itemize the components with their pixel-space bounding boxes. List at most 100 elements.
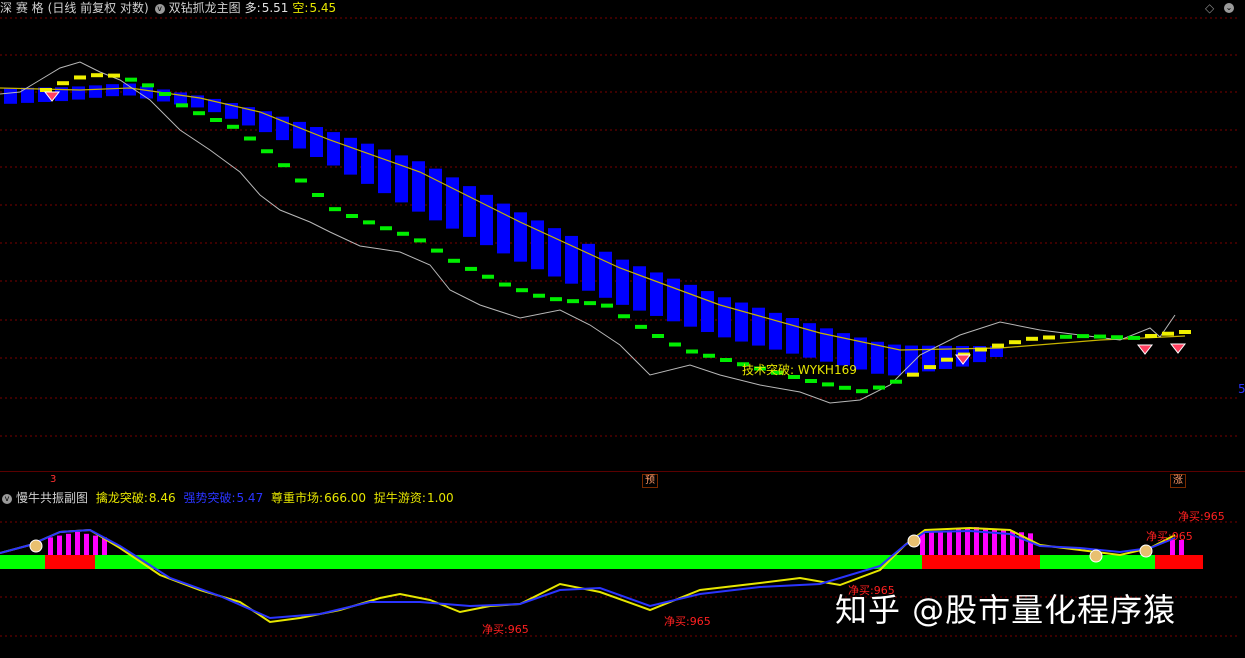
candle-bar xyxy=(684,284,697,327)
step-segment xyxy=(1009,340,1021,345)
candle-bar xyxy=(701,291,714,333)
step-segment xyxy=(74,75,86,80)
step-segment xyxy=(924,365,936,370)
step-segment xyxy=(856,389,868,394)
step-segment xyxy=(329,207,341,212)
sub-spike xyxy=(48,537,53,555)
chart-canvas[interactable]: 技术突破: WYKH169 净买:965 净买:965 净买:965 净买:96… xyxy=(0,0,1245,658)
sub-item-label: 强势突破: xyxy=(183,491,236,505)
step-segment xyxy=(720,358,732,362)
diamond-icon[interactable]: ◇ xyxy=(1205,2,1214,14)
sub-spike xyxy=(84,533,89,555)
main-annotation: 技术突破: WYKH169 xyxy=(742,362,857,377)
candle-bar xyxy=(735,302,748,342)
watermark: 知乎 @股市量化程序猿 xyxy=(835,591,1177,629)
diamond-signal-icon xyxy=(1169,343,1187,354)
candle-bar xyxy=(667,278,680,322)
step-segment xyxy=(414,238,426,243)
candle-bar xyxy=(752,307,765,346)
step-segment xyxy=(448,258,460,263)
circle-icon[interactable]: v xyxy=(2,493,12,504)
step-segment xyxy=(601,303,613,308)
candle-bar xyxy=(786,318,799,354)
candle-bar xyxy=(395,155,408,203)
candle-bar xyxy=(140,86,153,99)
step-segment xyxy=(975,347,987,352)
step-segment xyxy=(669,342,681,347)
sub-item-label: 捉牛游资: xyxy=(373,491,426,505)
step-segment xyxy=(686,349,698,354)
sub-item-value: 5.47 xyxy=(236,491,264,505)
step-segment xyxy=(907,372,919,377)
step-segment xyxy=(431,248,443,253)
candle-bar xyxy=(446,177,459,229)
sub-annotation: 净买:965 xyxy=(664,614,711,628)
sub-spike xyxy=(920,533,925,555)
sub-spike xyxy=(66,533,71,555)
step-segment xyxy=(142,83,154,88)
grid-lines xyxy=(0,17,1238,437)
step-segment xyxy=(618,314,630,319)
candle-bar xyxy=(72,86,85,100)
circle-icon[interactable]: ⌄ xyxy=(1224,3,1234,13)
step-segment xyxy=(805,379,817,383)
step-segment xyxy=(941,357,953,362)
main-header: 深 赛 格 (日线 前复权 对数) v 双钻抓龙主图 多:5.51 空:5.45 xyxy=(0,0,340,16)
money-bag-icon xyxy=(1139,544,1153,558)
sub-annotation: 净买:965 xyxy=(1146,529,1193,543)
candle-bar xyxy=(310,127,323,157)
step-segment xyxy=(635,324,647,329)
sub-indicator-name[interactable]: 慢牛共振副图 xyxy=(16,491,88,505)
step-segment xyxy=(40,88,52,92)
step-segment xyxy=(91,73,103,78)
step-segment xyxy=(193,111,205,116)
step-segment xyxy=(873,385,885,390)
step-segment xyxy=(465,266,477,271)
kong-label: 空: xyxy=(292,1,309,15)
step-segment xyxy=(295,178,307,183)
step-segment xyxy=(1162,331,1174,336)
sub-band xyxy=(0,555,1203,569)
step-segment xyxy=(584,301,596,306)
step-segment xyxy=(1026,336,1038,341)
step-segment xyxy=(499,282,511,287)
indicator-name[interactable]: 双钻抓龙主图 xyxy=(169,1,241,15)
step-segment xyxy=(380,226,392,231)
candle-bar xyxy=(89,85,102,98)
candle-bars xyxy=(4,83,1003,376)
money-bag-icon xyxy=(29,539,43,553)
right-edge-label: 5 xyxy=(1238,382,1245,396)
step-segment xyxy=(227,124,239,129)
step-segment xyxy=(108,73,120,78)
axis-marker: 预 xyxy=(642,474,658,488)
step-segment xyxy=(312,193,324,197)
symbol-label[interactable]: 深 赛 格 xyxy=(0,1,44,15)
step-segment xyxy=(822,382,834,387)
sub-spike xyxy=(93,535,98,555)
step-segment xyxy=(244,136,256,141)
step-segment xyxy=(261,149,273,154)
sub-header: v 慢牛共振副图 擒龙突破:8.46 强势突破:5.47 尊重市场:666.00 … xyxy=(0,490,458,506)
sub-band-red xyxy=(1155,555,1203,569)
step-segment xyxy=(533,293,545,298)
step-segment xyxy=(567,299,579,304)
candle-bar xyxy=(412,161,425,212)
sub-spike xyxy=(947,530,952,555)
duo-value: 5.51 xyxy=(261,1,289,15)
sub-spike xyxy=(75,532,80,555)
sub-spike xyxy=(938,531,943,555)
circle-icon[interactable]: v xyxy=(154,3,165,14)
step-segment xyxy=(159,92,171,96)
candle-bar xyxy=(4,87,17,104)
step-segment xyxy=(176,103,188,108)
step-segment xyxy=(839,385,851,390)
sub-band-red xyxy=(45,555,95,569)
candle-bar xyxy=(106,84,119,97)
step-segment xyxy=(278,163,290,168)
sub-spike xyxy=(965,528,970,555)
candle-bar xyxy=(276,116,289,141)
step-segment xyxy=(652,334,664,338)
candle-bar xyxy=(327,132,340,166)
sub-item-value: 666.00 xyxy=(324,491,367,505)
candle-bar xyxy=(378,149,391,194)
